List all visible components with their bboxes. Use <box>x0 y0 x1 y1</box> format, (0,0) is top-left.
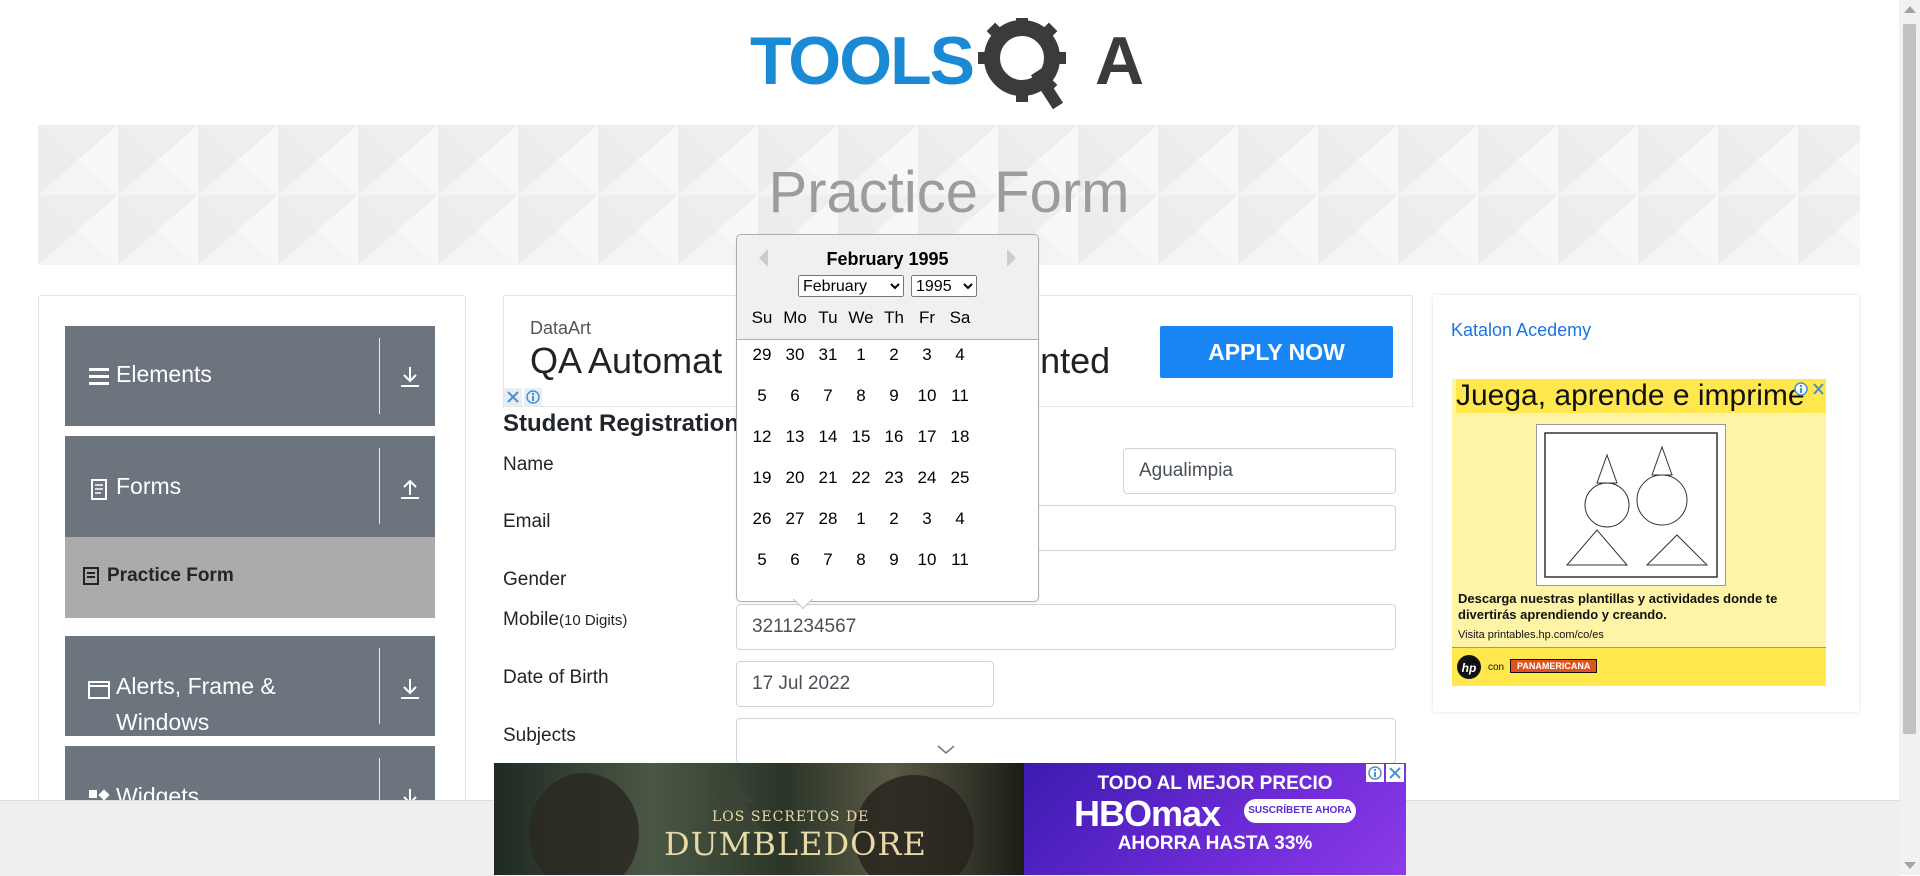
logo-text-a: A <box>1095 23 1144 99</box>
movie-title: DUMBLEDORE <box>664 825 927 863</box>
scroll-down-icon[interactable] <box>1904 862 1916 869</box>
email-input[interactable] <box>1030 505 1396 551</box>
hbomax-logo: HBOmax <box>1074 793 1221 834</box>
form-icon <box>83 567 99 585</box>
scroll-up-icon[interactable] <box>1904 6 1916 13</box>
mobile-hint: (10 Digits) <box>558 612 628 629</box>
sidebar-group-label: Elements <box>116 361 212 387</box>
download-icon <box>401 679 419 699</box>
toolsqa-logo[interactable]: TOOLS A <box>750 18 1155 114</box>
ad-footer: hp con PANAMERICANA <box>1452 647 1826 686</box>
date-picker: February 1995 February 1995 Su Mo Tu We Th Fr… <box>736 234 1039 602</box>
subscribe-button[interactable]: SUSCRÍBETE AHORA <box>1244 799 1356 823</box>
ad-title: Juega, aprende e imprime <box>1456 379 1826 413</box>
adchoices-icon[interactable] <box>504 388 544 406</box>
next-month-icon[interactable] <box>1007 249 1016 267</box>
mobile-label: Mobile(10 Digits) <box>503 609 628 630</box>
gear-icon <box>978 18 1066 110</box>
ad-sidebar[interactable]: Katalon Acedemy Juega, aprende e imprime… <box>1433 295 1859 712</box>
ad-bottom-banner[interactable]: LOS SECRETOS DE DUMBLEDORE TODO AL MEJOR… <box>494 763 1406 875</box>
ad-hbomax: TODO AL MEJOR PRECIO HBOmax SUSCRÍBETE A… <box>1024 763 1406 875</box>
ad-hp-printables[interactable]: Juega, aprende e imprime Descarga nuestr… <box>1452 379 1826 686</box>
last-name-input[interactable]: Agualimpia <box>1123 448 1396 494</box>
sidebar-group-label-line2: Windows <box>116 709 210 735</box>
sidebar-group-forms[interactable]: Forms <box>65 436 435 537</box>
panamericana-logo: PANAMERICANA <box>1510 659 1598 673</box>
adchoices-icon[interactable] <box>1794 381 1826 397</box>
ad-url: Visita printables.hp.com/co/es <box>1458 629 1604 641</box>
ad-movie-poster: LOS SECRETOS DE DUMBLEDORE <box>494 763 1024 875</box>
date-of-birth-input[interactable]: 17 Jul 2022 <box>736 661 994 707</box>
chevron-down-icon <box>937 745 955 754</box>
svg-text:hp: hp <box>1462 661 1477 675</box>
subjects-label: Subjects <box>503 725 576 746</box>
ad-con-text: con <box>1488 662 1505 673</box>
dob-label: Date of Birth <box>503 667 609 688</box>
document-icon <box>91 479 107 500</box>
form-heading: Student Registration <box>503 410 740 437</box>
divider <box>379 448 380 524</box>
sidebar: Elements Forms Practice Form Alerts, Fra… <box>38 295 466 816</box>
scrollbar-thumb[interactable] <box>1903 24 1916 734</box>
month-select[interactable]: February <box>798 275 904 297</box>
movie-subtitle: LOS SECRETOS DE <box>712 809 870 825</box>
date-picker-header: February 1995 February 1995 Su Mo Tu We Th Fr… <box>737 235 1038 340</box>
calendar-day[interactable]: 4 <box>940 503 980 535</box>
calendar-day[interactable]: 11 <box>940 544 980 576</box>
apply-now-button[interactable]: APPLY NOW <box>1160 326 1393 378</box>
divider <box>379 338 380 414</box>
divider <box>379 648 380 724</box>
calendar-day[interactable]: 18 <box>940 421 980 453</box>
sidebar-group-alerts[interactable]: Alerts, Frame & Windows <box>65 636 435 736</box>
promo-save-text: AHORRA HASTA 33% <box>1117 833 1313 854</box>
katalon-academy-link[interactable]: Katalon Acedemy <box>1451 320 1591 341</box>
sidebar-item-practice-form[interactable]: Practice Form <box>65 537 435 618</box>
window-icon <box>88 681 110 699</box>
page-title: Practice Form <box>768 160 1130 225</box>
promo-top-text: TODO AL MEJOR PRECIO <box>1097 773 1333 794</box>
year-select[interactable]: 1995 <box>911 275 977 297</box>
calendar-day[interactable]: 11 <box>940 380 980 412</box>
hp-logo-icon: hp <box>1457 655 1481 679</box>
logo-text-tools: TOOLS <box>750 23 973 99</box>
date-picker-pointer <box>793 598 813 608</box>
sidebar-item-label: Practice Form <box>107 565 234 586</box>
email-label: Email <box>503 511 551 532</box>
sidebar-group-label: Alerts, Frame & <box>116 673 276 699</box>
gender-label: Gender <box>503 569 567 590</box>
calendar-day[interactable]: 4 <box>940 339 980 371</box>
subjects-input[interactable] <box>736 718 1396 764</box>
coloring-page-image <box>1536 424 1726 586</box>
sidebar-group-elements[interactable]: Elements <box>65 326 435 426</box>
download-icon <box>401 367 419 387</box>
name-label: Name <box>503 454 554 475</box>
calendar-day[interactable]: 25 <box>940 462 980 494</box>
sidebar-group-label: Forms <box>116 473 182 499</box>
ad-description: Descarga nuestras plantillas y actividad… <box>1458 591 1778 622</box>
upload-icon <box>401 479 419 499</box>
menu-icon <box>89 368 109 385</box>
date-picker-title: February 1995 <box>826 249 949 269</box>
mobile-input[interactable]: 3211234567 <box>736 604 1396 650</box>
adchoices-icon[interactable] <box>1366 764 1406 782</box>
weekday-header: Sa <box>949 308 971 327</box>
ad-brand: DataArt <box>530 318 592 338</box>
